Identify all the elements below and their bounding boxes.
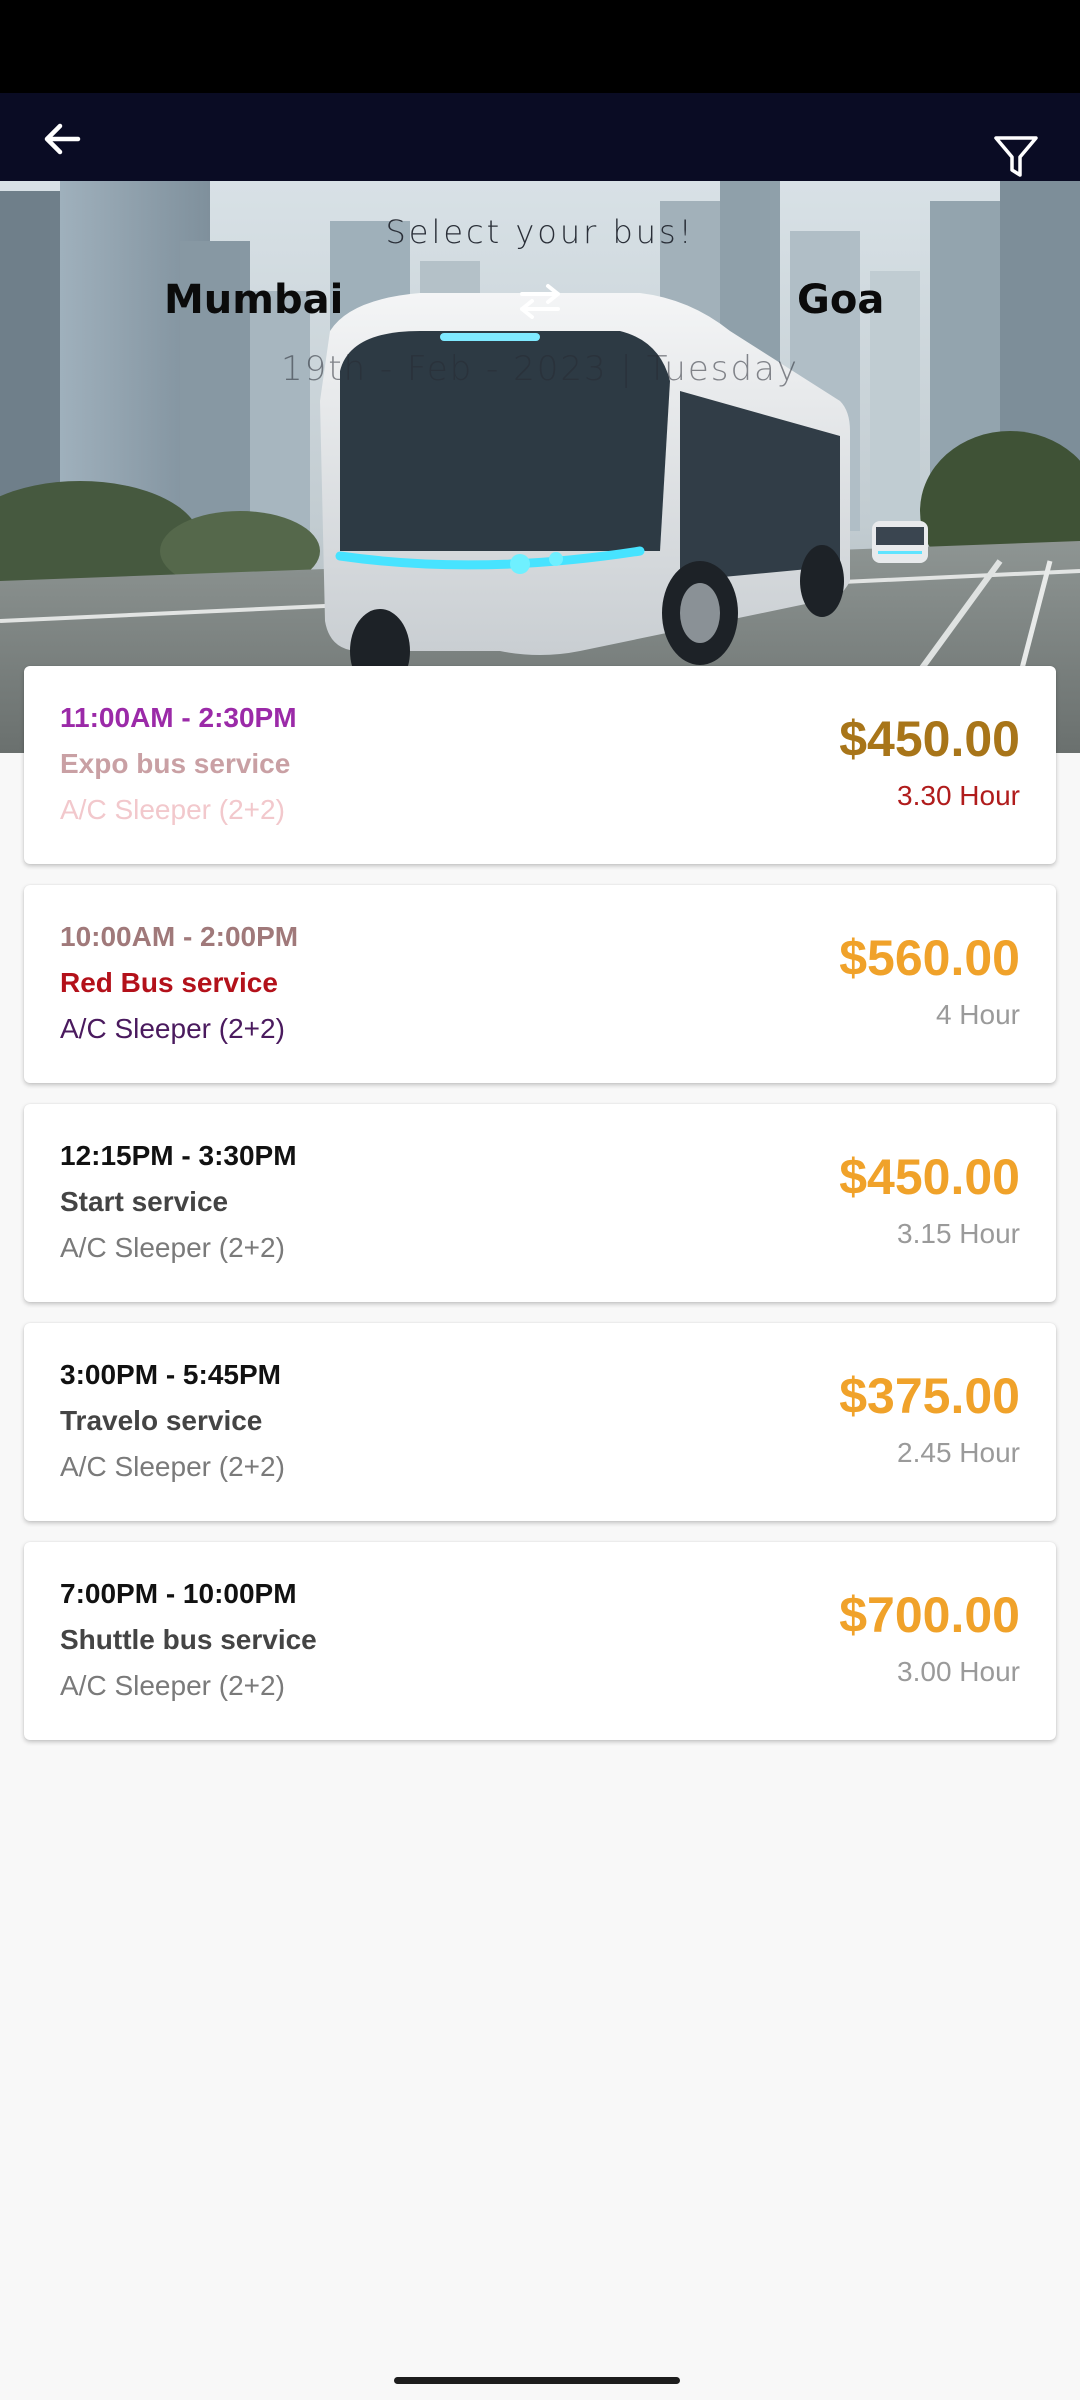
bus-time: 12:15PM - 3:30PM: [60, 1140, 297, 1171]
bus-operator: Red Bus service: [60, 967, 278, 998]
bus-list: 11:00AM - 2:30PM Expo bus service A/C Slee…: [24, 666, 1056, 1761]
bus-card[interactable]: 3:00PM - 5:45PM Travelo service A/C Sleepe…: [24, 1323, 1056, 1521]
trip-duration: 3.00 Hour: [897, 1656, 1020, 1687]
trip-duration: 3.15 Hour: [897, 1218, 1020, 1249]
bus-time: 11:00AM - 2:30PM: [60, 702, 297, 733]
seat-type: A/C Sleeper (2+2): [60, 794, 285, 825]
seat-type: A/C Sleeper (2+2): [60, 1670, 285, 1701]
bus-operator: Shuttle bus service: [60, 1624, 317, 1655]
trip-duration: 2.45 Hour: [897, 1437, 1020, 1468]
bus-operator: Travelo service: [60, 1405, 263, 1436]
home-indicator: [394, 2377, 680, 2384]
bus-price: $450.00: [839, 1149, 1020, 1205]
arrow-left-icon: [44, 123, 81, 155]
status-bar: [0, 0, 1080, 93]
bus-price: $375.00: [839, 1368, 1020, 1424]
swap-arrows-icon: [520, 284, 560, 319]
bus-price: $700.00: [839, 1587, 1020, 1643]
filter-funnel-icon: [994, 136, 1038, 177]
bus-time: 3:00PM - 5:45PM: [60, 1359, 281, 1390]
bus-operator: Expo bus service: [60, 748, 291, 779]
bus-time: 10:00AM - 2:00PM: [60, 921, 299, 952]
trip-duration: 3.30 Hour: [897, 780, 1020, 811]
travel-date: 19th - Feb - 2023 | Tuesday: [280, 349, 800, 389]
swap-route-button[interactable]: [514, 279, 566, 323]
app-bar: [0, 93, 1080, 181]
from-city[interactable]: Mumbai: [164, 277, 343, 323]
bus-card[interactable]: 11:00AM - 2:30PM Expo bus service A/C Slee…: [24, 666, 1056, 864]
to-city[interactable]: Goa: [797, 277, 884, 323]
seat-type: A/C Sleeper (2+2): [60, 1013, 285, 1044]
bus-price: $560.00: [839, 930, 1020, 986]
seat-type: A/C Sleeper (2+2): [60, 1232, 285, 1263]
back-button[interactable]: [36, 113, 88, 165]
filter-button[interactable]: [988, 129, 1044, 185]
bus-time: 7:00PM - 10:00PM: [60, 1578, 297, 1609]
trip-duration: 4 Hour: [935, 999, 1020, 1030]
bus-operator: Start service: [60, 1186, 229, 1217]
bus-card[interactable]: 12:15PM - 3:30PM Start service A/C Sleeper…: [24, 1104, 1056, 1302]
bus-card[interactable]: 10:00AM - 2:00PM Red Bus service A/C Sleep…: [24, 885, 1056, 1083]
seat-type: A/C Sleeper (2+2): [60, 1451, 285, 1482]
bus-price: $450.00: [839, 711, 1020, 767]
page-title: Select your bus!: [385, 213, 695, 251]
bus-card[interactable]: 7:00PM - 10:00PM Shuttle bus service A/C S…: [24, 1542, 1056, 1740]
